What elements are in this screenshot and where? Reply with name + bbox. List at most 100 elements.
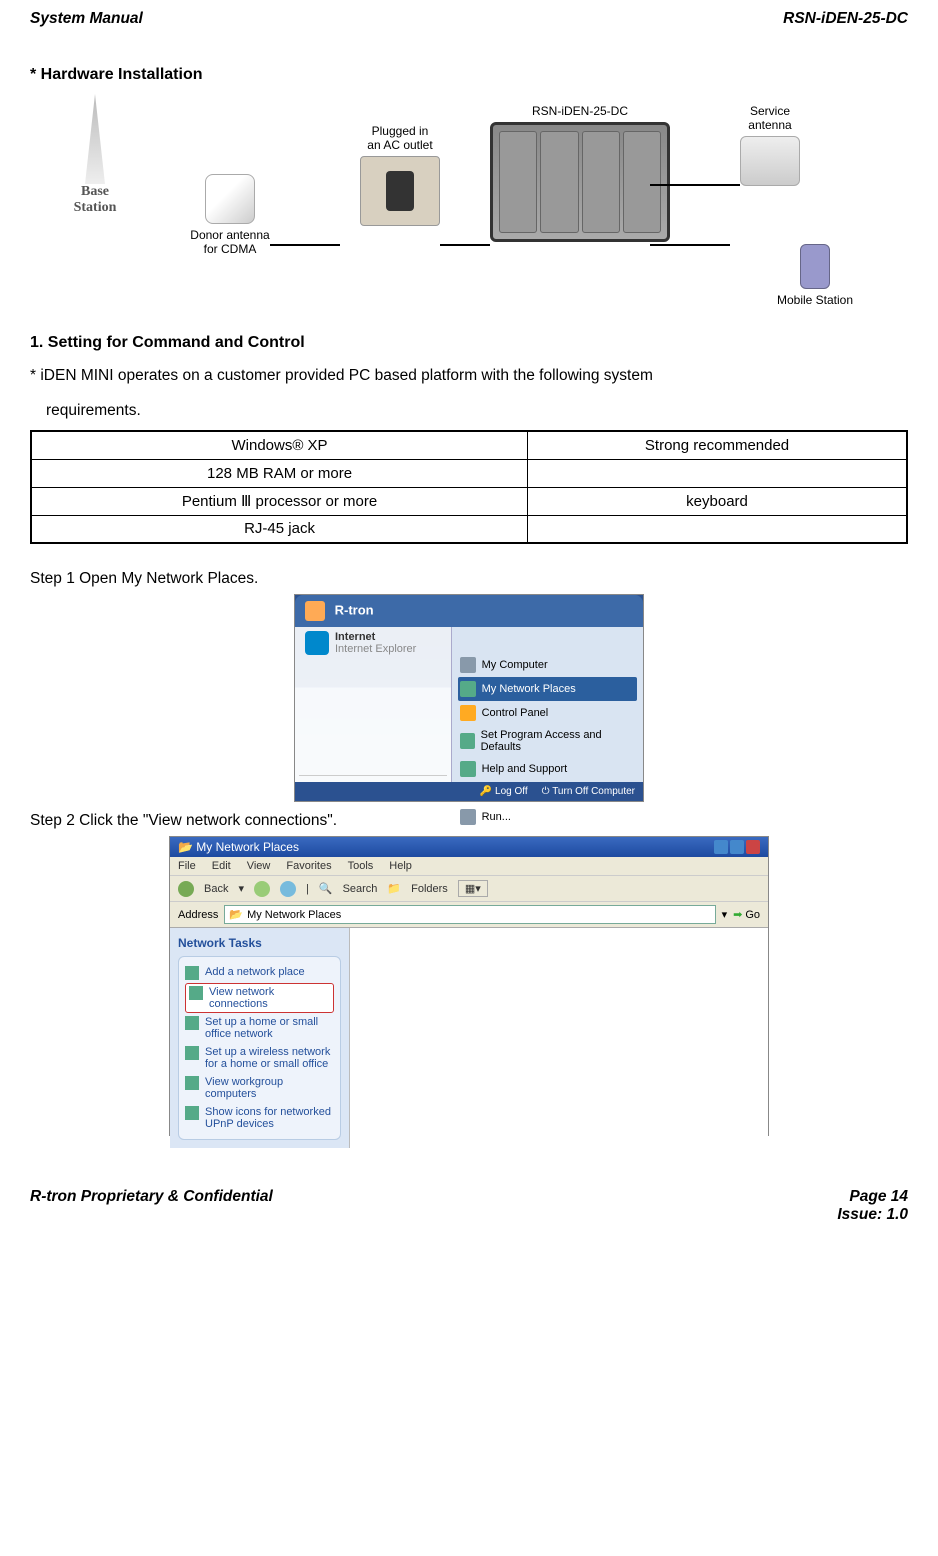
cell-os-note: Strong recommended (528, 431, 907, 459)
menu-file[interactable]: File (178, 860, 196, 872)
go-button[interactable]: ➡Go (733, 908, 760, 921)
wire (650, 184, 740, 186)
help-icon (460, 761, 476, 777)
donor-antenna-icon (205, 174, 255, 224)
task-show-upnp[interactable]: Show icons for networked UPnP devices (185, 1103, 334, 1133)
workgroup-icon (185, 1076, 199, 1090)
cell-ram-note (528, 459, 907, 487)
startmenu-ie[interactable]: Internet Internet Explorer (299, 627, 447, 659)
maximize-button[interactable] (730, 840, 744, 854)
step-1-text: Step 1 Open My Network Places. (30, 570, 908, 588)
service-antenna-block: Service antenna (730, 104, 810, 186)
task-setup-wireless[interactable]: Set up a wireless network for a home or … (185, 1043, 334, 1073)
para-1: * iDEN MINI operates on a customer provi… (30, 360, 908, 391)
step1-screenshot: R-tron Internet Internet Explorer All Pr… (294, 594, 644, 802)
minimize-button[interactable] (714, 840, 728, 854)
menu-view[interactable]: View (247, 860, 271, 872)
cell-cpu: Pentium Ⅲ processor or more (31, 487, 528, 515)
startmenu-mynetwork[interactable]: My Network Places (458, 677, 637, 701)
repeater-icon (490, 122, 670, 242)
table-row: Pentium Ⅲ processor or more keyboard (31, 487, 907, 515)
outlet-icon (360, 156, 440, 226)
startmenu-mycomputer[interactable]: My Computer (458, 653, 637, 677)
mobile-station-block: Mobile Station (770, 244, 860, 307)
footer-page-label: Page (849, 1188, 890, 1205)
header-left: System Manual (30, 10, 143, 28)
wire (650, 244, 730, 246)
donor-antenna-block: Donor antenna for CDMA (190, 174, 270, 256)
hardware-install-heading: * Hardware Installation (30, 66, 908, 84)
startmenu-help[interactable]: Help and Support (458, 757, 637, 781)
menu-tools[interactable]: Tools (348, 860, 374, 872)
tower-icon: )) (70, 94, 120, 184)
table-row: Windows® XP Strong recommended (31, 431, 907, 459)
network-tasks-panel: Network Tasks Add a network place View n… (170, 928, 350, 1148)
base-station-label: Base Station (50, 184, 140, 216)
service-antenna-label: Service antenna (730, 104, 810, 132)
forward-icon[interactable] (254, 881, 270, 897)
requirements-table: Windows® XP Strong recommended 128 MB RA… (30, 430, 908, 544)
computer-icon (460, 657, 476, 673)
footer-page: 14 (891, 1188, 908, 1205)
step2-screenshot: 📂 My Network Places File Edit View Favor… (169, 836, 769, 1136)
up-icon[interactable] (280, 881, 296, 897)
table-row: RJ-45 jack (31, 515, 907, 543)
back-icon[interactable] (178, 881, 194, 897)
toolbar: Back ▾ | 🔍 Search 📁 Folders ▦▾ (170, 876, 768, 902)
menubar: File Edit View Favorites Tools Help (170, 857, 768, 876)
upnp-icon (185, 1106, 199, 1120)
task-view-workgroup[interactable]: View workgroup computers (185, 1073, 334, 1103)
footer-left: R-tron Proprietary & Confidential (30, 1188, 273, 1224)
startmenu-controlpanel[interactable]: Control Panel (458, 701, 637, 725)
ac-outlet-block: Plugged in an AC outlet (350, 124, 450, 226)
ie-icon (305, 631, 329, 655)
base-station-block: )) Base Station (50, 94, 140, 216)
wireless-icon (185, 1046, 199, 1060)
window-titlebar: 📂 My Network Places (170, 837, 768, 857)
wire (440, 244, 490, 246)
section-1-heading: 1. Setting for Command and Control (30, 334, 908, 352)
hardware-diagram: )) Base Station Donor antenna for CDMA P… (30, 94, 908, 314)
setup-icon (185, 1016, 199, 1030)
cell-rj45-note (528, 515, 907, 543)
run-icon (460, 809, 476, 825)
wire (270, 244, 340, 246)
donor-antenna-label: Donor antenna for CDMA (190, 228, 270, 256)
cell-cpu-note: keyboard (528, 487, 907, 515)
menu-favorites[interactable]: Favorites (286, 860, 331, 872)
phone-icon (800, 244, 830, 289)
cpanel-icon (460, 705, 476, 721)
repeater-label: RSN-iDEN-25-DC (470, 104, 690, 118)
repeater-block: RSN-iDEN-25-DC (470, 104, 690, 242)
footer-issue: Issue: 1.0 (837, 1206, 908, 1223)
ac-outlet-label: Plugged in an AC outlet (350, 124, 450, 152)
toolbar-folders[interactable]: Folders (411, 883, 448, 895)
cell-rj45: RJ-45 jack (31, 515, 528, 543)
task-add-network-place[interactable]: Add a network place (185, 963, 334, 983)
task-view-network-connections[interactable]: View network connections (185, 983, 334, 1013)
toolbar-search[interactable]: Search (343, 883, 378, 895)
cell-os: Windows® XP (31, 431, 528, 459)
task-setup-home[interactable]: Set up a home or small office network (185, 1013, 334, 1043)
startmenu-logoff[interactable]: 🔑 Log Off (480, 786, 528, 797)
mobile-label: Mobile Station (770, 293, 860, 307)
menu-help[interactable]: Help (389, 860, 412, 872)
address-field[interactable]: 📂My Network Places (224, 905, 715, 924)
setprog-icon (460, 733, 475, 749)
service-antenna-icon (740, 136, 800, 186)
startmenu-run[interactable]: Run... (458, 805, 637, 829)
address-label: Address (178, 909, 218, 921)
startmenu-setprogram[interactable]: Set Program Access and Defaults (458, 725, 637, 757)
toolbar-views[interactable]: ▦▾ (458, 880, 488, 897)
toolbar-back[interactable]: Back (204, 883, 228, 895)
add-icon (185, 966, 199, 980)
startmenu-turnoff[interactable]: ⏻ Turn Off Computer (542, 786, 635, 797)
menu-edit[interactable]: Edit (212, 860, 231, 872)
table-row: 128 MB RAM or more (31, 459, 907, 487)
cell-ram: 128 MB RAM or more (31, 459, 528, 487)
view-conn-icon (189, 986, 203, 1000)
window-title: My Network Places (196, 840, 299, 854)
startmenu-user: R-tron (295, 595, 643, 627)
close-button[interactable] (746, 840, 760, 854)
network-tasks-title: Network Tasks (178, 936, 341, 950)
